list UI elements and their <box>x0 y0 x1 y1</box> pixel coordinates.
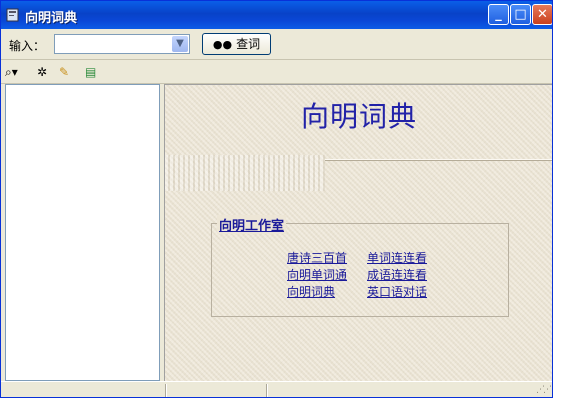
page-title: 向明词典 <box>301 100 418 133</box>
link-tang-poems[interactable]: 唐诗三百首 <box>287 249 347 266</box>
book-icon[interactable]: ▤ <box>85 64 96 80</box>
word-list-pane[interactable] <box>5 84 160 381</box>
links-group-box <box>211 223 509 317</box>
link-idiom-match[interactable]: 成语连连看 <box>367 266 427 283</box>
binoculars-icon: ●● <box>212 38 233 51</box>
resize-grip-icon[interactable]: ⋰⋰ <box>536 385 552 395</box>
lookup-dropdown-icon[interactable]: ⌕▾ <box>5 64 18 80</box>
group-label: 向明工作室 <box>217 215 287 234</box>
status-separator <box>266 384 268 397</box>
link-english-dialogue[interactable]: 英口语对话 <box>367 283 427 300</box>
maximize-button[interactable]: □ <box>510 4 531 25</box>
toolbar: ⌕▾ ✲ ✎ ▤ <box>1 61 552 84</box>
link-dictionary[interactable]: 向明词典 <box>287 283 335 300</box>
main-window: 向明词典 _ □ ✕ 输入： ▼ ●● 查词 ⌕▾ ✲ ✎ ▤ 向明词典 向明工作… <box>0 0 553 398</box>
input-label: 输入： <box>9 39 46 53</box>
query-button-label: 查词 <box>236 37 261 51</box>
content-pane: 向明词典 向明工作室 唐诗三百首 单词连连看 向明单词通 成语连连看 向明词典 … <box>164 84 552 381</box>
word-input-combo[interactable]: ▼ <box>54 34 190 54</box>
link-word-master[interactable]: 向明单词通 <box>287 266 347 283</box>
speaker-icon[interactable]: ✲ <box>37 64 47 80</box>
edit-pencil-icon[interactable]: ✎ <box>59 64 69 80</box>
decorative-banner <box>165 155 325 191</box>
window-title: 向明词典 <box>25 11 78 26</box>
link-word-match[interactable]: 单词连连看 <box>367 249 427 266</box>
app-book-icon <box>6 8 19 22</box>
divider <box>325 159 552 161</box>
status-separator <box>165 384 167 397</box>
chevron-down-icon[interactable]: ▼ <box>172 36 188 52</box>
query-button[interactable]: ●● 查词 <box>202 33 271 55</box>
status-bar: ⋰⋰ <box>1 381 552 397</box>
close-button[interactable]: ✕ <box>532 4 552 25</box>
title-bar[interactable]: 向明词典 _ □ ✕ <box>1 1 552 29</box>
search-bar: 输入： ▼ ●● 查词 <box>1 29 552 60</box>
minimize-button[interactable]: _ <box>488 4 509 25</box>
